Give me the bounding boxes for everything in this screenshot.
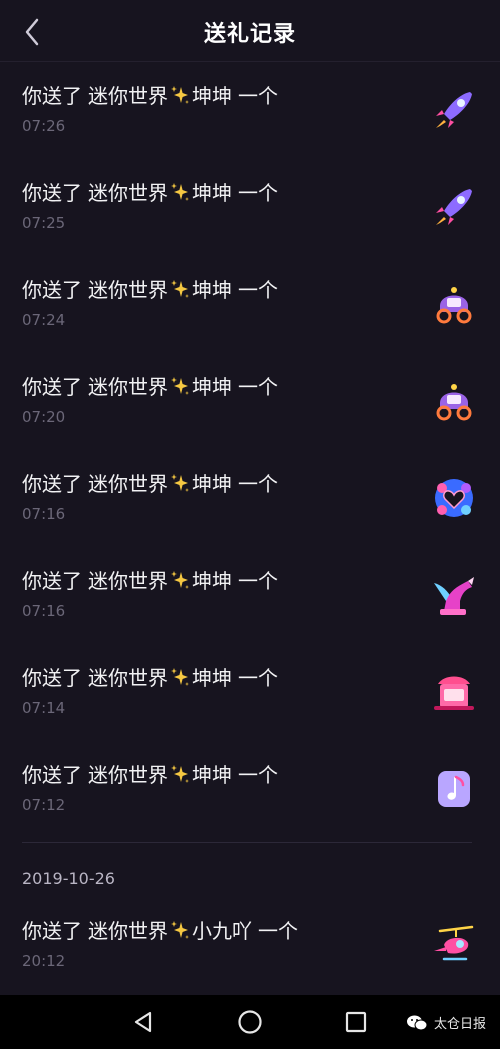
page-title: 送礼记录 xyxy=(203,22,296,47)
record-text: 你送了 迷你世界 小九吖 一个 xyxy=(22,919,298,943)
record-time: 07:12 xyxy=(22,796,66,814)
rocket-gift-icon xyxy=(436,189,472,225)
music-note-gift-icon xyxy=(438,771,470,807)
date-separator: 2019-10-26 xyxy=(22,869,115,888)
sparkle-icon xyxy=(171,473,189,492)
list-item[interactable]: 你送了 迷你世界 坤坤 一个 07:24 xyxy=(0,256,500,353)
heart-wreath-gift-icon xyxy=(435,479,473,517)
record-text: 你送了 迷你世界 坤坤 一个 xyxy=(22,375,278,399)
watermark: 太仓日报 xyxy=(406,1013,486,1032)
list-item[interactable]: 你送了 迷你世界 坤坤 一个 07:16 xyxy=(0,450,500,547)
record-text: 你送了 迷你世界 坤坤 一个 xyxy=(22,278,278,302)
list-item[interactable]: 你送了 迷你世界 坤坤 一个 07:26 xyxy=(0,62,500,159)
sparkle-icon xyxy=(171,667,189,686)
nav-recents-button[interactable] xyxy=(341,1007,371,1037)
wechat-icon xyxy=(406,1015,428,1030)
list-item[interactable]: 你送了 迷你世界 坤坤 一个 07:20 xyxy=(0,353,500,450)
record-time: 07:20 xyxy=(22,408,66,426)
list-item[interactable]: 你送了 迷你世界 坤坤 一个 07:25 xyxy=(0,159,500,256)
record-text: 你送了 迷你世界 坤坤 一个 xyxy=(22,666,278,690)
top-bar: 送礼记录 xyxy=(0,0,500,62)
record-text: 你送了 迷你世界 坤坤 一个 xyxy=(22,181,278,205)
record-time: 07:14 xyxy=(22,699,66,717)
record-text: 你送了 迷你世界 坤坤 一个 xyxy=(22,763,278,787)
section-divider xyxy=(22,842,472,843)
record-text: 你送了 迷你世界 坤坤 一个 xyxy=(22,569,278,593)
nav-home-button[interactable] xyxy=(235,1007,265,1037)
carriage-gift-icon xyxy=(436,287,472,324)
list-item[interactable]: 你送了 迷你世界 坤坤 一个 07:14 xyxy=(0,644,500,741)
record-text: 你送了 迷你世界 坤坤 一个 xyxy=(22,84,278,108)
watermark-text: 太仓日报 xyxy=(433,1017,486,1032)
list-item[interactable]: 你送了 迷你世界 坤坤 一个 07:12 xyxy=(0,741,500,838)
record-time: 20:12 xyxy=(22,952,66,970)
record-time: 07:16 xyxy=(22,602,66,620)
sparkle-icon xyxy=(171,764,189,783)
record-time: 07:24 xyxy=(22,311,66,329)
record-time: 07:26 xyxy=(22,117,66,135)
pegasus-gift-icon xyxy=(434,577,474,615)
nav-back-button[interactable] xyxy=(128,1007,158,1037)
sparkle-icon xyxy=(171,182,189,201)
square-recents-icon xyxy=(345,1011,367,1033)
list-item[interactable]: 你送了 迷你世界 小九吖 一个 20:12 xyxy=(0,897,500,994)
carriage-gift-icon xyxy=(436,384,472,421)
sparkle-icon xyxy=(171,279,189,298)
sparkle-icon xyxy=(171,920,189,939)
helicopter-gift-icon xyxy=(434,925,474,961)
sparkle-icon xyxy=(171,85,189,104)
sedan-gift-icon xyxy=(434,676,474,710)
sparkle-icon xyxy=(171,570,189,589)
rocket-gift-icon xyxy=(436,92,472,128)
list-item[interactable]: 你送了 迷你世界 坤坤 一个 07:16 xyxy=(0,547,500,644)
system-navigation-bar: 太仓日报 xyxy=(0,995,500,1049)
circle-home-icon xyxy=(238,1010,262,1034)
record-time: 07:25 xyxy=(22,214,66,232)
triangle-back-icon xyxy=(134,1011,152,1033)
record-time: 07:16 xyxy=(22,505,66,523)
record-text: 你送了 迷你世界 坤坤 一个 xyxy=(22,472,278,496)
sparkle-icon xyxy=(171,376,189,395)
